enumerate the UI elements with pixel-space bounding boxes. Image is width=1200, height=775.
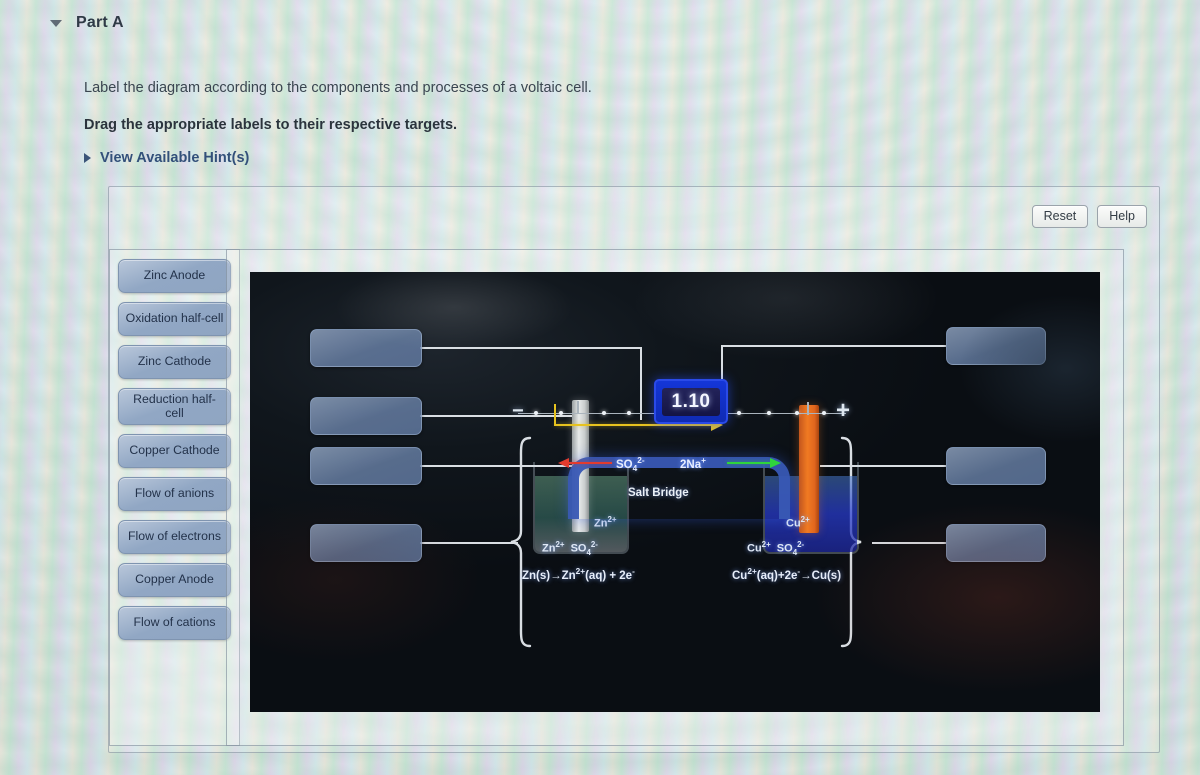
leader-line-1-v [640, 347, 642, 420]
zinc-solution-ions: Zn2+ SO42- [542, 540, 598, 557]
positive-terminal-sign: + [836, 397, 851, 424]
anion-flow-arrow-head [558, 458, 569, 468]
prompt-block: Label the diagram according to the compo… [84, 80, 984, 166]
left-half-cell-brace [508, 435, 532, 650]
diagram-panel: Zn2+ Zn2+ SO42- Cu2+ Cu2+ SO42- Zn(s)→Zn… [226, 249, 1124, 746]
label-chip-flow-of-cations[interactable]: Flow of cations [118, 606, 231, 640]
caret-down-icon[interactable] [50, 19, 62, 27]
view-hints-toggle[interactable]: View Available Hint(s) [84, 150, 984, 166]
circuit-wire-left [518, 413, 654, 415]
voltmeter: 1.10 [654, 379, 728, 424]
drop-target-2[interactable] [310, 397, 422, 435]
electron-dot [534, 411, 538, 415]
electron-dot [737, 411, 741, 415]
label-chip-zinc-cathode[interactable]: Zinc Cathode [118, 345, 231, 379]
label-chip-zinc-anode[interactable]: Zinc Anode [118, 259, 231, 293]
cation-flow-arrow-head [770, 458, 781, 468]
label-chip-oxidation-half-cell[interactable]: Oxidation half-cell [118, 302, 231, 336]
negative-terminal-sign: − [512, 400, 524, 422]
label-bank: Zinc Anode Oxidation half-cell Zinc Cath… [109, 249, 240, 746]
help-button[interactable]: Help [1097, 205, 1147, 228]
voltaic-cell-diagram: Zn2+ Zn2+ SO42- Cu2+ Cu2+ SO42- Zn(s)→Zn… [250, 272, 1100, 712]
electron-dot [627, 411, 631, 415]
leader-line-1-h [420, 347, 642, 349]
prompt-text-primary: Label the diagram according to the compo… [84, 80, 592, 96]
label-chip-flow-of-electrons[interactable]: Flow of electrons [118, 520, 231, 554]
page-title: Part A [76, 14, 124, 31]
caret-right-icon [84, 153, 91, 163]
electron-dot [795, 411, 799, 415]
label-chip-reduction-half-cell[interactable]: Reduction half-cell [118, 388, 231, 425]
electrode-lead-right [807, 402, 809, 415]
drop-target-4[interactable] [310, 524, 422, 562]
reset-button[interactable]: Reset [1031, 205, 1089, 228]
oxidation-half-reaction: Zn(s)→Zn2+(aq) + 2e- [522, 567, 635, 582]
drop-target-7[interactable] [946, 524, 1046, 562]
salt-bridge-anion-label: SO42- [616, 456, 645, 474]
leader-line-4-h [420, 542, 518, 544]
electron-dot [822, 411, 826, 415]
circuit-wire-right [724, 413, 846, 415]
electrode-lead-left [577, 401, 579, 414]
salt-bridge-text: Salt Bridge [628, 487, 689, 499]
electron-dot [767, 411, 771, 415]
salt-bridge-cation-label: 2Na+ [680, 456, 706, 471]
electron-flow-arrow-line [555, 424, 713, 427]
label-chip-copper-cathode[interactable]: Copper Cathode [118, 434, 231, 468]
activity-panel: Reset Help Zinc Anode Oxidation half-cel… [108, 186, 1160, 753]
drop-target-6[interactable] [946, 447, 1046, 485]
drop-target-3[interactable] [310, 447, 422, 485]
view-hints-label: View Available Hint(s) [100, 150, 250, 166]
reduction-half-reaction: Cu2+(aq)+2e-→Cu(s) [732, 567, 842, 582]
electron-dot [602, 411, 606, 415]
copper-solution-ions: Cu2+ SO42- [747, 540, 805, 557]
drop-target-1[interactable] [310, 329, 422, 367]
toolbar: Reset Help [1031, 205, 1147, 228]
electron-dot [559, 411, 563, 415]
voltmeter-reading: 1.10 [662, 387, 720, 416]
label-chip-flow-of-anions[interactable]: Flow of anions [118, 477, 231, 511]
electron-flow-arrow-stem [554, 404, 557, 426]
leader-line-5-h [722, 345, 946, 347]
cation-flow-arrow-line [727, 462, 771, 465]
copper-electrode [799, 405, 819, 533]
label-chip-copper-anode[interactable]: Copper Anode [118, 563, 231, 597]
anion-flow-arrow-line [568, 462, 612, 465]
drop-target-5[interactable] [946, 327, 1046, 365]
leader-line-7-h [872, 542, 946, 544]
part-header: Part A [50, 14, 124, 32]
prompt-text-instruction: Drag the appropriate labels to their res… [84, 117, 458, 133]
